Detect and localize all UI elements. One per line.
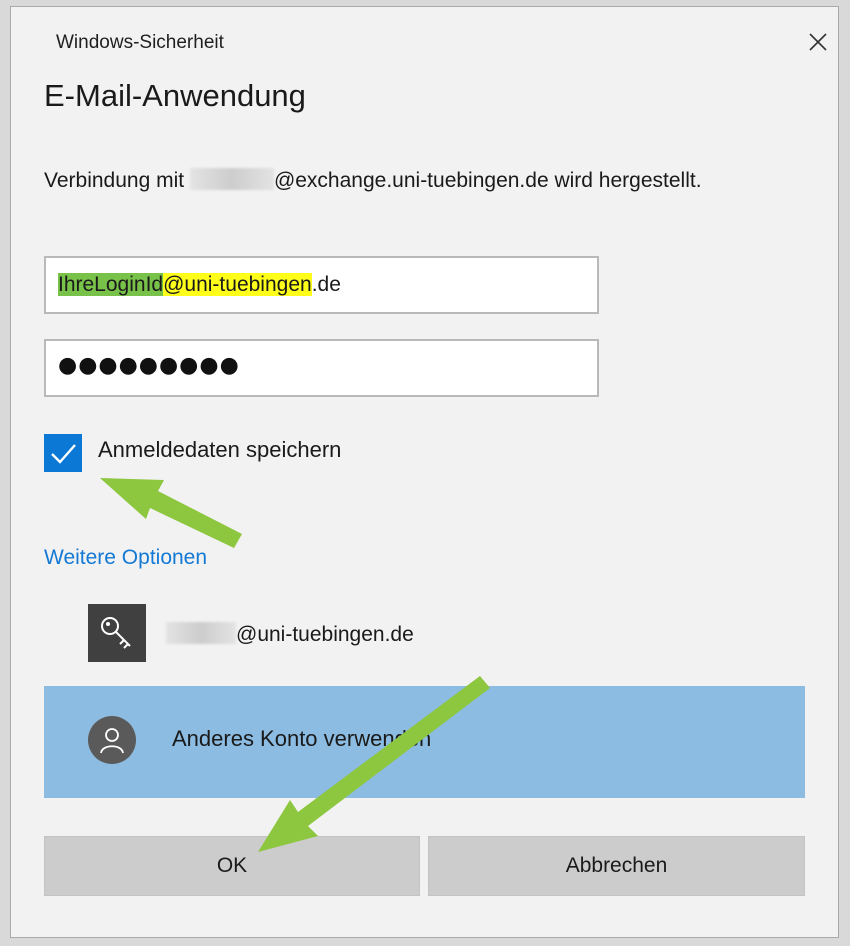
username-domain: @uni-tuebingen: [163, 273, 312, 296]
description-prefix: Verbindung mit: [44, 169, 185, 192]
checkmark-icon: [51, 444, 76, 464]
windows-security-dialog: Windows-Sicherheit: [10, 6, 839, 938]
key-icon: [101, 617, 131, 649]
password-mask: ●●●●●●●●●: [58, 353, 240, 378]
key-tile: [88, 604, 146, 662]
close-button[interactable]: [801, 25, 835, 59]
use-other-account-label: Anderes Konto verwenden: [172, 726, 432, 751]
window-title: Windows-Sicherheit: [56, 32, 224, 53]
ok-button[interactable]: OK: [44, 836, 420, 896]
username-input[interactable]: IhreLoginId@uni-tuebingen.de: [44, 256, 599, 314]
avatar: [88, 716, 136, 764]
saved-account-option[interactable]: @uni-tuebingen.de: [88, 604, 588, 664]
cancel-button[interactable]: Abbrechen: [428, 836, 805, 896]
description-suffix: @exchange.uni-tuebingen.de wird hergeste…: [273, 169, 702, 192]
dialog-heading: E-Mail-Anwendung: [44, 78, 306, 113]
use-other-account-option[interactable]: Anderes Konto verwenden: [44, 686, 805, 798]
redacted-username: [189, 168, 274, 190]
saved-account-email: @uni-tuebingen.de: [166, 622, 414, 647]
username-value: IhreLoginId@uni-tuebingen.de: [58, 273, 341, 297]
remember-credentials-label[interactable]: Anmeldedaten speichern: [98, 437, 341, 463]
username-tld: .de: [311, 273, 341, 296]
user-icon: [100, 728, 124, 754]
remember-credentials-checkbox[interactable]: [44, 434, 82, 472]
redacted-account-name: [166, 622, 236, 644]
saved-account-domain: @uni-tuebingen.de: [236, 623, 414, 646]
close-icon: [809, 33, 827, 51]
connection-description: Verbindung mit @exchange.uni-tuebingen.d…: [44, 164, 764, 197]
username-login-id: IhreLoginId: [58, 273, 164, 296]
more-options-link[interactable]: Weitere Optionen: [44, 546, 207, 570]
password-input[interactable]: ●●●●●●●●●: [44, 339, 599, 397]
